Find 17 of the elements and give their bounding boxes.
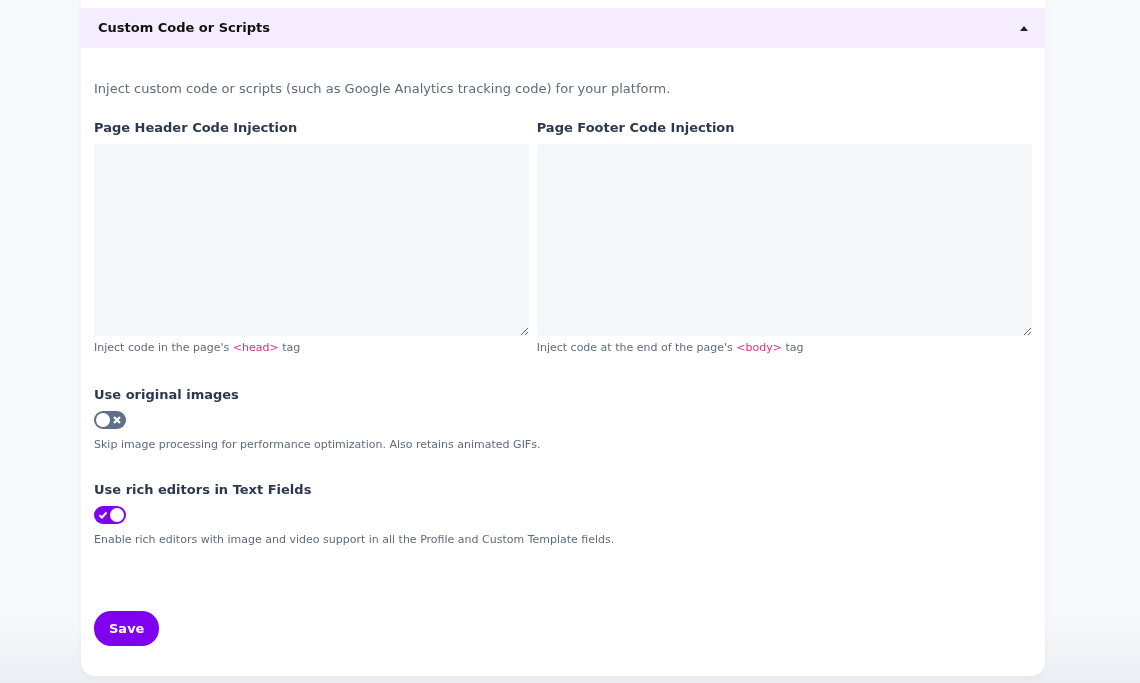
check-icon: [98, 510, 108, 520]
help-text: Inject code at the end of the page's <body> tag: [536, 340, 805, 356]
section-description: Inject custom code or scripts (such as Google Analytics tracking code) for your platform.: [94, 80, 672, 98]
help-text: Enable rich editors with image and video support in all the Profile and Custom Template fields.: [94, 532, 616, 548]
help-text: Inject code in the page's <head> tag: [94, 340, 302, 356]
toggle-label: Use rich editors in Text Fields: [94, 480, 313, 499]
save-button[interactable]: Save: [94, 610, 160, 646]
toggle-switch[interactable]: [94, 506, 126, 524]
section-header[interactable]: Custom Code or Scripts: [81, 8, 1045, 48]
section-title: Custom Code or Scripts: [98, 19, 270, 38]
field-label: Page Footer Code Injection: [536, 118, 736, 137]
toggle-switch[interactable]: [94, 411, 126, 429]
toggle-label: Use original images: [94, 385, 240, 404]
help-text: Skip image processing for performance optimization. Also retains animated GIFs.: [94, 437, 542, 453]
field-label: Page Header Code Injection: [94, 118, 299, 137]
close-icon: [112, 415, 122, 425]
caret-icon: [1020, 25, 1028, 31]
